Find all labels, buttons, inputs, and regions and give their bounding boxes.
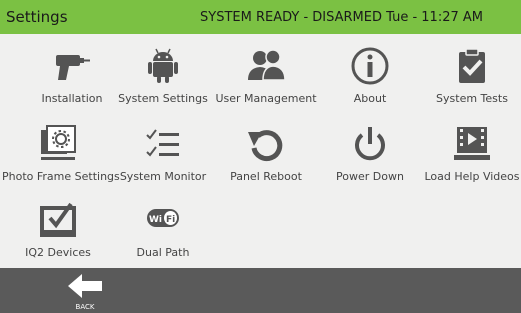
system-status: SYSTEM READY - DISARMED: [200, 10, 382, 25]
photo-frame-icon: [41, 125, 76, 160]
tile-load-help-videos[interactable]: Load Help Videos: [420, 118, 521, 194]
tile-label: Power Down: [336, 170, 404, 183]
svg-text:Fi: Fi: [166, 215, 175, 225]
tile-label: Panel Reboot: [230, 170, 302, 183]
tile-label: Photo Frame Settings: [2, 170, 120, 183]
tile-system-monitor[interactable]: System Monitor: [111, 118, 215, 194]
arrow-left-icon: [68, 274, 102, 298]
tile-label: System Settings: [118, 92, 208, 105]
wifi-badge-icon: Wi Fi: [147, 209, 179, 227]
tile-panel-reboot[interactable]: Panel Reboot: [214, 118, 318, 194]
svg-text:Wi: Wi: [149, 215, 162, 225]
film-icon: [454, 127, 490, 160]
users-icon: [248, 49, 286, 81]
tile-label: Load Help Videos: [424, 170, 520, 183]
drill-icon: [56, 55, 90, 80]
checklist-icon: [146, 129, 179, 157]
tile-iq2-devices[interactable]: IQ2 Devices: [6, 194, 110, 270]
tile-system-tests[interactable]: System Tests: [420, 40, 521, 116]
tile-system-settings[interactable]: System Settings: [111, 40, 215, 116]
tile-label: IQ2 Devices: [25, 246, 91, 259]
bottom-nav-bar: BACK: [0, 268, 521, 313]
clock: Tue - 11:27 AM: [386, 10, 483, 25]
clipboard-check-icon: [459, 48, 485, 83]
tile-label: System Tests: [436, 92, 508, 105]
page-title: Settings: [6, 8, 68, 26]
tile-label: About: [353, 92, 387, 105]
tile-photo-frame-settings[interactable]: Photo Frame Settings: [2, 118, 120, 194]
power-icon: [355, 127, 385, 161]
info-icon: [351, 47, 389, 85]
iq2-device-icon: [40, 202, 76, 237]
tile-label: User Management: [215, 92, 317, 105]
tile-label: System Monitor: [119, 170, 207, 183]
back-label: BACK: [75, 303, 95, 311]
tile-user-management[interactable]: User Management: [214, 40, 318, 116]
tile-power-down[interactable]: Power Down: [318, 118, 422, 194]
tile-dual-path[interactable]: Wi Fi Dual Path: [111, 194, 215, 270]
top-status-bar: Settings SYSTEM READY - DISARMED Tue - 1…: [0, 0, 521, 34]
reboot-icon: [248, 130, 283, 162]
tile-about[interactable]: About: [318, 40, 422, 116]
back-button[interactable]: BACK: [60, 268, 110, 313]
android-icon: [148, 48, 178, 83]
tile-label: Dual Path: [136, 246, 190, 259]
settings-grid: Installation System Settings User Manage…: [0, 34, 521, 267]
